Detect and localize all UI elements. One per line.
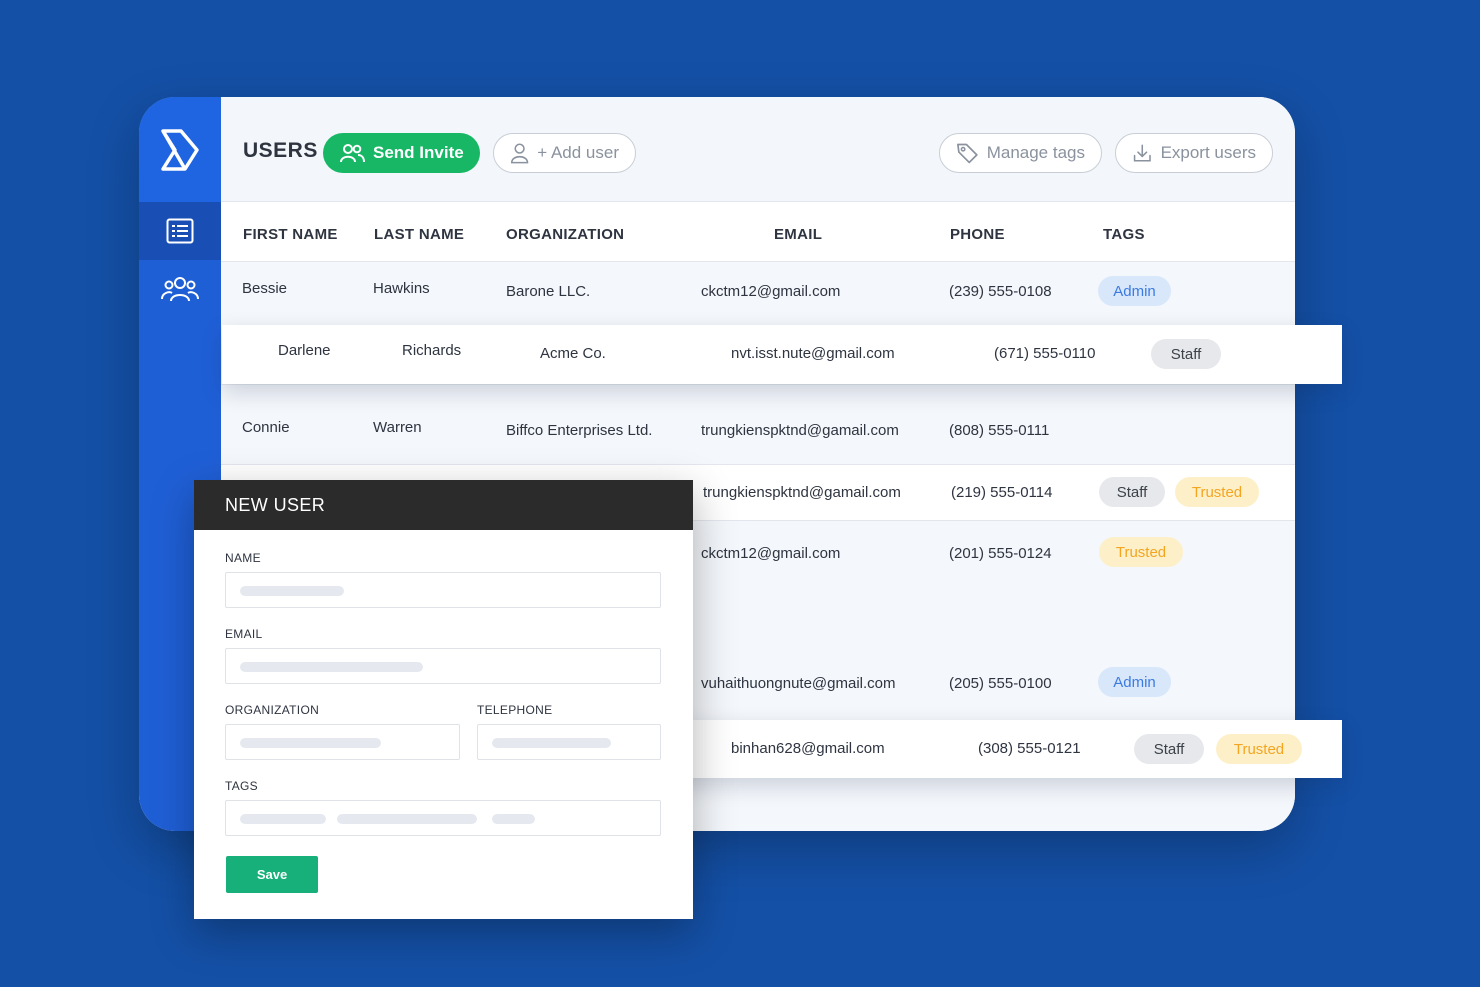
column-header-first-name[interactable]: FIRST NAME	[243, 226, 338, 243]
cell-phone: (671) 555-0110	[994, 345, 1096, 362]
organization-field[interactable]	[225, 724, 460, 760]
placeholder-bar	[240, 738, 381, 748]
tag-admin[interactable]: Admin	[1098, 276, 1171, 306]
tag-trusted[interactable]: Trusted	[1216, 734, 1302, 764]
email-label: EMAIL	[225, 627, 263, 641]
telephone-field[interactable]	[477, 724, 661, 760]
users-icon	[161, 277, 199, 302]
table-row-highlighted[interactable]: Darlene Richards Acme Co. nvt.isst.nute@…	[222, 325, 1342, 384]
toolbar: USERS Send Invite + Add user Manage tags	[221, 97, 1295, 201]
cell-email: trungkienspktnd@gamail.com	[703, 484, 901, 501]
cell-email: binhan628@gmail.com	[731, 740, 885, 757]
tags-label: TAGS	[225, 779, 258, 793]
tags-field[interactable]	[225, 800, 661, 836]
column-header-phone[interactable]: PHONE	[950, 226, 1005, 243]
placeholder-bar	[337, 814, 477, 824]
cell-organization: Biffco Enterprises Ltd.	[506, 422, 653, 439]
tag-staff[interactable]: Staff	[1151, 339, 1221, 369]
table-header: FIRST NAME LAST NAME ORGANIZATION EMAIL …	[221, 201, 1295, 262]
cell-email: trungkienspktnd@gamail.com	[701, 422, 899, 439]
cell-email: nvt.isst.nute@gmail.com	[731, 345, 895, 362]
export-users-button[interactable]: Export users	[1115, 133, 1273, 173]
cell-first-name: Darlene	[278, 342, 331, 359]
cell-email: vuhaithuongnute@gmail.com	[701, 675, 896, 692]
cell-phone: (201) 555-0124	[949, 545, 1052, 562]
name-label: NAME	[225, 551, 261, 565]
cell-last-name: Warren	[373, 419, 422, 436]
name-field[interactable]	[225, 572, 661, 608]
cell-phone: (239) 555-0108	[949, 283, 1052, 300]
cell-email: ckctm12@gmail.com	[701, 283, 841, 300]
cell-phone: (205) 555-0100	[949, 675, 1052, 692]
column-header-organization[interactable]: ORGANIZATION	[506, 226, 624, 243]
cell-first-name: Bessie	[242, 280, 288, 297]
email-field[interactable]	[225, 648, 661, 684]
tag-staff[interactable]: Staff	[1134, 734, 1204, 764]
sidebar-item-list[interactable]	[139, 202, 221, 260]
tag-trusted[interactable]: Trusted	[1099, 537, 1183, 567]
cell-phone: (219) 555-0114	[951, 484, 1053, 501]
save-button[interactable]: Save	[226, 856, 318, 893]
list-icon	[166, 218, 194, 244]
tag-admin[interactable]: Admin	[1098, 667, 1171, 697]
column-header-last-name[interactable]: LAST NAME	[374, 226, 464, 243]
placeholder-bar	[240, 586, 344, 596]
cell-organization: Acme Co.	[540, 345, 606, 362]
telephone-label: TELEPHONE	[477, 703, 553, 717]
user-icon	[510, 143, 529, 164]
sidebar-item-users[interactable]	[139, 260, 221, 318]
cell-last-name: Hawkins	[373, 280, 430, 297]
send-invite-button[interactable]: Send Invite	[323, 133, 480, 173]
cell-organization: Barone LLC.	[506, 283, 591, 300]
send-invite-label: Send Invite	[373, 143, 464, 162]
cell-first-name: Connie	[242, 419, 290, 436]
dialog-title: NEW USER	[194, 480, 693, 530]
download-icon	[1133, 144, 1151, 162]
manage-tags-label: Manage tags	[986, 143, 1085, 162]
export-users-label: Export users	[1160, 143, 1256, 162]
placeholder-bar	[492, 738, 611, 748]
table-row[interactable]: Connie Warren Biffco Enterprises Ltd. tr…	[221, 384, 1295, 465]
column-header-email[interactable]: EMAIL	[774, 226, 822, 243]
organization-label: ORGANIZATION	[225, 703, 320, 717]
tag-trusted[interactable]: Trusted	[1175, 477, 1259, 507]
placeholder-bar	[492, 814, 535, 824]
table-row[interactable]: Bessie Hawkins Barone LLC. ckctm12@gmail…	[221, 261, 1295, 326]
placeholder-bar	[240, 814, 326, 824]
cell-phone: (308) 555-0121	[978, 740, 1081, 757]
cell-phone: (808) 555-0111	[949, 422, 1050, 439]
column-header-tags[interactable]: TAGS	[1103, 226, 1145, 243]
logo[interactable]	[139, 97, 221, 202]
tag-icon	[957, 143, 978, 164]
new-user-dialog: NEW USER NAME EMAIL ORGANIZATION TELEPHO…	[194, 480, 693, 919]
add-user-label: + Add user	[537, 143, 619, 162]
cell-email: ckctm12@gmail.com	[701, 545, 841, 562]
tag-staff[interactable]: Staff	[1099, 477, 1165, 507]
page-title: USERS	[243, 139, 318, 162]
cell-last-name: Richards	[402, 342, 462, 359]
logo-icon	[161, 128, 199, 171]
add-user-button[interactable]: + Add user	[493, 133, 636, 173]
manage-tags-button[interactable]: Manage tags	[939, 133, 1102, 173]
user-group-icon	[340, 144, 365, 163]
placeholder-bar	[240, 662, 423, 672]
